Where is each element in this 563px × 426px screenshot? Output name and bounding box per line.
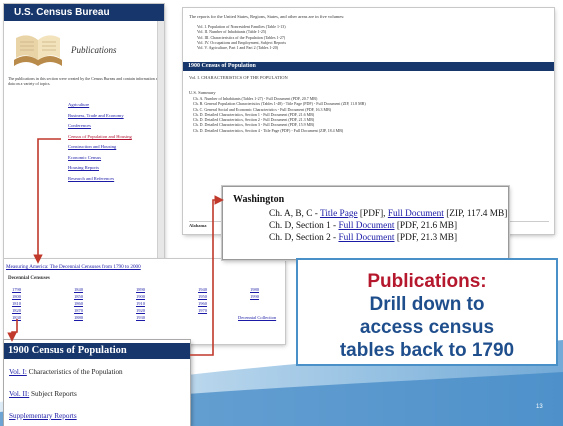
summary-heading: U.S. Summary <box>189 90 216 95</box>
topic-link[interactable]: Construction and Housing <box>68 142 132 153</box>
year-link[interactable]: 1800 <box>12 294 21 299</box>
volumes-intro: The reports for the United States, Regio… <box>189 14 345 19</box>
year-link[interactable]: 1960 <box>198 301 207 306</box>
washington-state-popup: Washington Ch. A, B, C - Title Page [PDF… <box>222 186 509 260</box>
topic-link-list: Agriculture Business, Trade and Economy … <box>68 100 132 184</box>
volume-description: Subject Reports <box>29 390 77 398</box>
document-row: Ch. D, Section 2 - Full Document [PDF, 2… <box>269 232 507 244</box>
year-link[interactable]: 1910 <box>136 301 145 306</box>
file-size: [ZIP, 117.4 MB] <box>443 209 508 219</box>
year-link[interactable]: 1850 <box>74 294 83 299</box>
page-title: Publications <box>71 45 117 55</box>
chapter-row[interactable]: Ch. D. Detailed Characteristics, Section… <box>193 128 366 133</box>
year-link[interactable]: 1970 <box>198 308 207 313</box>
volume-subtitle: Vol. I. CHARACTERISTICS OF THE POPULATIO… <box>189 75 288 80</box>
topic-link[interactable]: Economic Census <box>68 153 132 164</box>
year-link[interactable]: 1880 <box>74 315 83 320</box>
full-document-link[interactable]: Full Document <box>388 209 444 219</box>
year-link[interactable]: 1980 <box>250 287 259 292</box>
slide-number: 13 <box>536 404 543 410</box>
year-link[interactable]: 1870 <box>74 308 83 313</box>
year-link[interactable]: 1990 <box>250 294 259 299</box>
year-link[interactable]: 1940 <box>198 287 207 292</box>
section-title-bar: 1900 Census of Population <box>183 62 554 71</box>
census-header-bar: U.S. Census Bureau <box>4 4 164 21</box>
callout-heading: Publications: <box>367 271 487 292</box>
volume-link[interactable]: Vol. I: <box>9 368 27 376</box>
measuring-america-page-screenshot: Measuring America: The Decennial Censuse… <box>4 259 285 344</box>
year-link[interactable]: 1860 <box>74 301 83 306</box>
year-link[interactable]: 1790 <box>12 287 21 292</box>
format-label: [PDF], <box>357 209 388 219</box>
callout-line: access census <box>359 317 495 338</box>
document-row: Ch. D, Section 1 - Full Document [PDF, 2… <box>269 220 507 232</box>
presentation-slide: U.S. Census Bureau Publications The publ… <box>0 0 563 426</box>
chapter-list: Ch. A. Number of Inhabitants (Tables 1-2… <box>193 96 366 133</box>
state-document-list: Ch. A, B, C - Title Page [PDF], Full Doc… <box>269 208 507 244</box>
state-column-left[interactable]: Alabama <box>189 223 207 228</box>
census-logo-text[interactable]: U.S. Census Bureau <box>14 7 110 18</box>
file-size: [PDF, 21.6 MB] <box>394 221 458 231</box>
volume-row: Vol. II: Subject Reports <box>9 390 77 398</box>
volume-link[interactable]: Vol. II: <box>9 390 29 398</box>
topic-link[interactable]: Conferences <box>68 121 132 132</box>
year-link[interactable]: 1890 <box>136 287 145 292</box>
year-link[interactable]: 1810 <box>12 301 21 306</box>
topic-link[interactable]: Research and References <box>68 174 132 185</box>
year-link[interactable]: 1840 <box>74 287 83 292</box>
year-link[interactable]: 1920 <box>136 308 145 313</box>
chapter-label: Ch. D, Section 2 - <box>269 233 339 243</box>
callout-box: Publications: Drill down to access censu… <box>296 258 558 366</box>
decennial-collection-link[interactable]: Decennial Collection <box>238 315 276 320</box>
topic-link[interactable]: Business, Trade and Economy <box>68 111 132 122</box>
decennial-label: Decennial Censuses <box>8 276 50 281</box>
volume-item[interactable]: Vol. V. Agriculture, Part 1 and Part 2 (… <box>197 45 286 50</box>
full-document-link[interactable]: Full Document <box>338 221 394 231</box>
open-book-icon <box>14 35 62 66</box>
year-link[interactable]: 1930 <box>136 315 145 320</box>
measuring-america-link[interactable]: Measuring America: The Decennial Censuse… <box>6 264 141 270</box>
chapter-row[interactable]: Ch. B. General Population Characteristic… <box>193 101 366 106</box>
topic-link[interactable]: Agriculture <box>68 100 132 111</box>
chapter-label: Ch. D, Section 1 - <box>269 221 339 231</box>
year-link[interactable]: 1820 <box>12 308 21 313</box>
supplementary-reports-link[interactable]: Supplementary Reports <box>9 412 77 420</box>
title-page-link[interactable]: Title Page <box>320 209 358 219</box>
volume-row: Vol. I: Characteristics of the Populatio… <box>9 368 123 376</box>
topic-link-census-population-housing[interactable]: Census of Population and Housing <box>68 132 132 143</box>
volume-description: Characteristics of the Population <box>26 368 123 376</box>
callout-line: Drill down to <box>369 294 485 315</box>
census-year-grid: 1790 1800 1810 1820 1830 1840 1850 1860 … <box>4 287 285 339</box>
volume-row: Supplementary Reports <box>9 412 77 420</box>
scrollbar[interactable] <box>157 21 164 260</box>
census-1900-zoom-screenshot: 1900 Census of Population Vol. I: Charac… <box>4 340 190 426</box>
chapter-label: Ch. A, B, C - <box>269 209 320 219</box>
callout-line: tables back to 1790 <box>339 340 515 361</box>
year-link[interactable]: 1900 <box>136 294 145 299</box>
year-link[interactable]: 1830 <box>12 315 21 320</box>
section-title-bar: 1900 Census of Population <box>4 343 190 359</box>
full-document-link[interactable]: Full Document <box>338 233 394 243</box>
document-row: Ch. A, B, C - Title Page [PDF], Full Doc… <box>269 208 507 220</box>
volume-list: Vol. I. Population of Nonresident Famili… <box>197 24 286 50</box>
state-title: Washington <box>233 194 285 205</box>
topic-link[interactable]: Housing Reports <box>68 163 132 174</box>
publications-page-screenshot: U.S. Census Bureau Publications The publ… <box>4 4 164 260</box>
year-link[interactable]: 1950 <box>198 294 207 299</box>
intro-text: The publications in this section were cr… <box>8 76 162 86</box>
file-size: [PDF, 21.3 MB] <box>394 233 458 243</box>
